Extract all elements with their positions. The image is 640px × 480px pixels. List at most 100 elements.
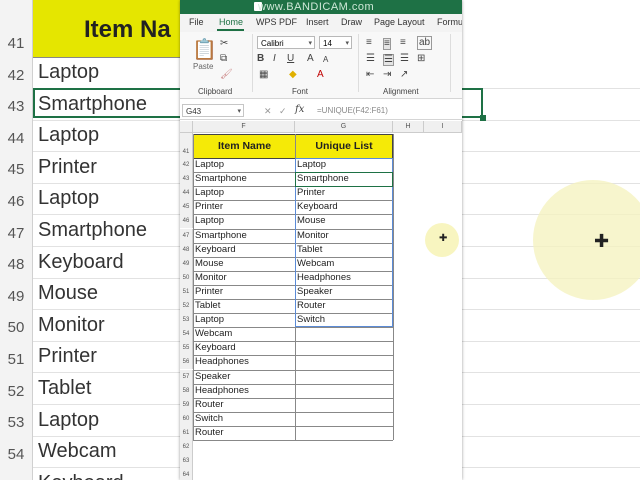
row-header[interactable]: 55 (180, 341, 193, 356)
decrease-indent-icon[interactable]: ⇤ (366, 70, 374, 80)
item-cell[interactable]: Laptop (193, 186, 295, 200)
bold-icon[interactable]: B (257, 54, 264, 64)
recording-watermark: www.BANDICAM.com (258, 1, 375, 13)
item-cell[interactable]: Webcam (193, 327, 295, 341)
item-cell[interactable]: Mouse (193, 257, 295, 271)
tab-formulas[interactable]: Formu (437, 17, 462, 27)
item-cell[interactable]: Headphones (193, 355, 295, 369)
gridline (193, 440, 393, 441)
group-label-font: Font (292, 87, 309, 96)
font-name-box[interactable]: Calibri ▾ (257, 36, 315, 49)
merge-icon[interactable]: ⊞ (417, 54, 425, 64)
background-row-number: 46 (7, 193, 25, 210)
item-cell[interactable]: Speaker (193, 370, 295, 384)
background-cell: Laptop (38, 124, 100, 147)
item-cell[interactable]: Router (193, 426, 295, 440)
insert-function-icon[interactable]: fx (295, 105, 304, 115)
row-header[interactable]: 56 (180, 355, 193, 370)
row-header[interactable]: 43 (180, 172, 193, 187)
row-header[interactable]: 60 (180, 411, 193, 426)
item-cell[interactable]: Printer (193, 285, 295, 299)
background-header-text: Item Na (84, 16, 171, 43)
row-header[interactable]: 52 (180, 299, 193, 314)
column-header-h[interactable]: H (393, 121, 424, 133)
row-header[interactable]: 45 (180, 200, 193, 215)
background-fill-handle (480, 115, 486, 121)
item-cell[interactable]: Tablet (193, 299, 295, 313)
row-header[interactable]: 47 (180, 228, 193, 243)
row-header[interactable]: 61 (180, 425, 193, 440)
cursor-highlight (533, 180, 640, 300)
header-unique-list[interactable]: Unique List (295, 134, 393, 159)
grow-font-icon[interactable]: A (307, 54, 314, 64)
cancel-icon[interactable]: ✕ (264, 106, 272, 116)
header-item-name[interactable]: Item Name (193, 134, 296, 159)
format-painter-icon[interactable]: 🖌 (220, 70, 233, 80)
wrap-text-icon[interactable]: ab (417, 36, 433, 50)
font-color-icon[interactable]: A (317, 70, 324, 80)
align-middle-icon[interactable]: ≡ (383, 38, 391, 50)
row-header[interactable]: 64 (180, 468, 193, 480)
row-header[interactable]: 62 (180, 440, 193, 455)
item-cell[interactable]: Printer (193, 200, 295, 214)
align-left-icon[interactable]: ☰ (366, 54, 375, 64)
row-header[interactable]: 57 (180, 369, 193, 384)
underline-icon[interactable]: U (287, 54, 294, 64)
row-header[interactable]: 58 (180, 383, 193, 398)
align-bottom-icon[interactable]: ≡ (400, 38, 406, 48)
item-cell[interactable]: Monitor (193, 271, 295, 285)
copy-icon[interactable]: ⧉ (220, 54, 227, 64)
row-header[interactable]: 48 (180, 242, 193, 257)
fill-color-icon[interactable]: ◆ (289, 70, 297, 80)
item-cell[interactable]: Smartphone (193, 229, 295, 243)
borders-icon[interactable]: ▦ (259, 70, 268, 80)
tab-file[interactable]: File (189, 17, 204, 27)
row-header[interactable]: 51 (180, 284, 193, 299)
tab-home[interactable]: Home (219, 17, 243, 27)
tab-page-layout[interactable]: Page Layout (374, 17, 425, 27)
shrink-font-icon[interactable]: A (323, 55, 328, 65)
item-cell[interactable]: Router (193, 398, 295, 412)
align-right-icon[interactable]: ☰ (400, 54, 409, 64)
increase-indent-icon[interactable]: ⇥ (383, 70, 391, 80)
row-header[interactable]: 49 (180, 256, 193, 271)
background-cell: Monitor (38, 313, 105, 336)
item-cell[interactable]: Switch (193, 412, 295, 426)
background-cell: Smartphone (38, 219, 147, 241)
paste-label[interactable]: Paste (193, 62, 213, 71)
row-header[interactable]: 53 (180, 313, 193, 328)
tab-insert[interactable]: Insert (306, 17, 329, 27)
name-box[interactable]: G43 ▾ (182, 104, 244, 117)
item-cell[interactable]: Laptop (193, 313, 295, 327)
row-header[interactable]: 46 (180, 214, 193, 229)
align-center-icon[interactable]: ☰ (383, 54, 394, 66)
ribbon-home: 📋 Paste ✂ ⧉ 🖌 Calibri ▾ 14 ▾ B I U A A ▦ ◆… (180, 32, 462, 99)
row-header[interactable]: 50 (180, 270, 193, 285)
align-top-icon[interactable]: ≡ (366, 38, 372, 48)
row-header[interactable]: 59 (180, 397, 193, 412)
item-cell[interactable]: Keyboard (193, 243, 295, 257)
column-header-g[interactable]: G (295, 121, 393, 133)
tab-wps-pdf[interactable]: WPS PDF (256, 17, 297, 27)
item-cell[interactable]: Keyboard (193, 341, 295, 355)
row-header[interactable]: 54 (180, 327, 193, 342)
font-size-box[interactable]: 14 ▾ (319, 36, 352, 49)
cut-icon[interactable]: ✂ (220, 39, 228, 49)
column-header-f[interactable]: F (193, 121, 295, 133)
item-cell[interactable]: Laptop (193, 214, 295, 228)
row-header[interactable]: 42 (180, 158, 193, 173)
column-header-i[interactable]: I (424, 121, 462, 133)
enter-icon[interactable]: ✓ (279, 106, 287, 116)
tab-draw[interactable]: Draw (341, 17, 362, 27)
orientation-icon[interactable]: ↗ (400, 70, 408, 80)
select-all-corner[interactable] (180, 121, 193, 133)
paste-icon[interactable]: 📋 (192, 40, 217, 60)
italic-icon[interactable]: I (273, 54, 276, 64)
formula-input[interactable]: =UNIQUE(F42:F61) (317, 106, 388, 115)
row-header[interactable]: 41 (180, 133, 193, 158)
row-header[interactable]: 44 (180, 186, 193, 201)
item-cell[interactable]: Smartphone (193, 172, 295, 186)
item-cell[interactable]: Headphones (193, 384, 295, 398)
row-header[interactable]: 63 (180, 454, 193, 469)
item-cell[interactable]: Laptop (193, 158, 295, 172)
